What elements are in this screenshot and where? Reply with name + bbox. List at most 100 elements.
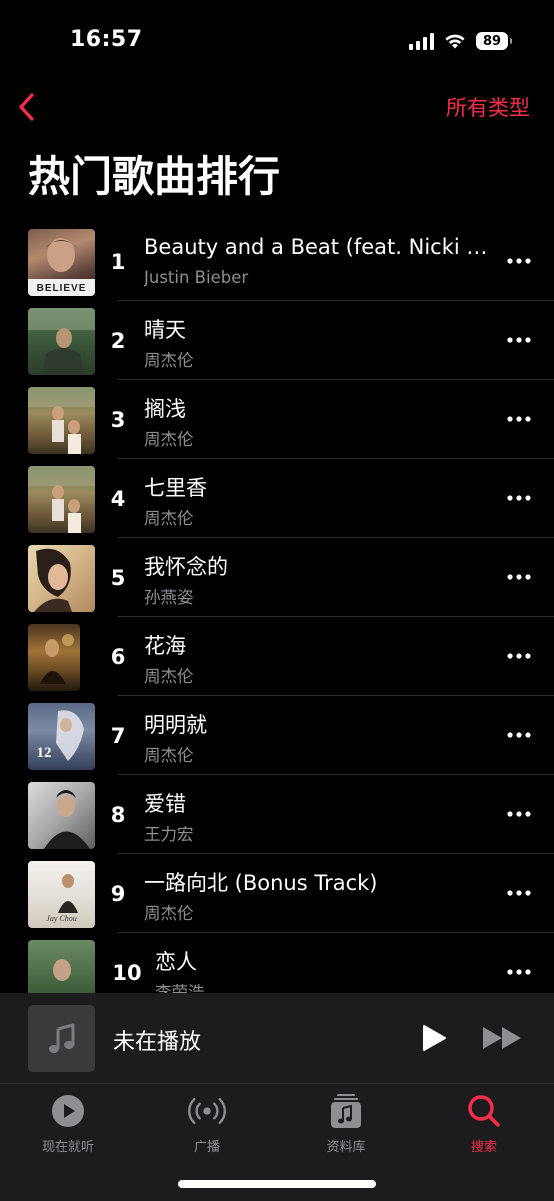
song-rank: 5	[110, 565, 126, 590]
song-artist: 周杰伦	[144, 667, 194, 686]
search-icon	[464, 1094, 504, 1128]
album-cover	[28, 624, 80, 691]
song-artist: 周杰伦	[144, 904, 194, 923]
more-options-button[interactable]	[504, 878, 534, 908]
song-rank: 1	[110, 249, 126, 274]
ellipsis-icon	[507, 653, 531, 659]
more-options-button[interactable]	[504, 562, 534, 592]
song-title: 七里香	[144, 476, 207, 500]
song-artist: 孙燕姿	[144, 588, 194, 607]
music-note-icon	[48, 1023, 74, 1053]
song-rank: 9	[110, 881, 126, 906]
song-title: 我怀念的	[144, 555, 228, 579]
song-row[interactable]: BELIEVE 1 Beauty and a Beat (feat. Nicki…	[0, 222, 554, 301]
song-title: 一路向北 (Bonus Track)	[144, 871, 378, 895]
now-playing-title: 未在播放	[113, 1030, 202, 1055]
tab-listen-now[interactable]: 现在就听	[18, 1094, 118, 1156]
album-cover	[28, 782, 95, 849]
album-cover	[28, 308, 95, 375]
ellipsis-icon	[507, 495, 531, 501]
ellipsis-icon	[507, 890, 531, 896]
back-button[interactable]	[10, 90, 44, 124]
album-cover: BELIEVE	[28, 229, 95, 296]
song-rank: 7	[110, 723, 126, 748]
song-artist: 王力宏	[144, 825, 194, 844]
tab-label: 现在就听	[41, 1140, 94, 1155]
song-row[interactable]: 3 搁浅 周杰伦	[0, 380, 554, 459]
ellipsis-icon	[507, 732, 531, 738]
album-cover: 12	[28, 703, 95, 770]
tab-radio[interactable]: 广播	[157, 1094, 257, 1156]
radio-icon	[187, 1094, 227, 1128]
tab-library[interactable]: 资料库	[296, 1094, 396, 1156]
album-cover-text: BELIEVE	[37, 283, 87, 294]
more-options-button[interactable]	[504, 720, 534, 750]
status-bar: 16:57 89	[0, 0, 554, 80]
ellipsis-icon	[507, 574, 531, 580]
tab-label: 资料库	[326, 1140, 366, 1155]
song-row[interactable]: 2 晴天 周杰伦	[0, 301, 554, 380]
album-cover	[28, 466, 95, 533]
more-options-button[interactable]	[504, 246, 534, 276]
cellular-signal-icon	[409, 32, 434, 50]
ellipsis-icon	[507, 258, 531, 264]
song-artist: Justin Bieber	[144, 268, 249, 287]
home-indicator	[178, 1180, 376, 1188]
more-options-button[interactable]	[504, 483, 534, 513]
more-options-button[interactable]	[504, 325, 534, 355]
tab-label: 广播	[193, 1140, 220, 1155]
song-rank: 2	[110, 328, 126, 353]
play-icon	[423, 1025, 446, 1051]
song-title: 花海	[144, 634, 186, 658]
song-artist: 周杰伦	[144, 351, 194, 370]
play-button[interactable]	[416, 1020, 452, 1056]
play-circle-icon	[48, 1094, 88, 1128]
album-cover	[28, 545, 95, 612]
song-title: 晴天	[144, 318, 186, 342]
song-list: BELIEVE 1 Beauty and a Beat (feat. Nicki…	[0, 222, 554, 1012]
song-rank: 8	[110, 802, 126, 827]
genre-filter-button[interactable]: 所有类型	[446, 92, 530, 122]
song-title: 恋人	[155, 950, 197, 974]
library-icon	[326, 1094, 366, 1128]
song-rank: 6	[110, 644, 126, 669]
page-title: 热门歌曲排行	[28, 152, 281, 201]
tab-search[interactable]: 搜索	[434, 1094, 534, 1156]
ellipsis-icon	[507, 811, 531, 817]
song-artist: 周杰伦	[144, 430, 194, 449]
chevron-left-icon	[19, 93, 34, 121]
song-row[interactable]: 4 七里香 周杰伦	[0, 459, 554, 538]
mini-player[interactable]: 未在播放	[0, 993, 554, 1083]
battery-icon: 89	[476, 32, 512, 50]
song-title: 明明就	[144, 713, 207, 737]
album-cover-text: Jay Chou	[46, 914, 76, 923]
more-options-button[interactable]	[504, 641, 534, 671]
next-track-button[interactable]	[480, 1020, 526, 1056]
album-cover: Jay Chou	[28, 861, 95, 928]
song-row[interactable]: 6 花海 周杰伦	[0, 617, 554, 696]
more-options-button[interactable]	[504, 404, 534, 434]
wifi-icon	[445, 34, 465, 49]
song-row[interactable]: Jay Chou 9 一路向北 (Bonus Track) 周杰伦	[0, 854, 554, 933]
more-options-button[interactable]	[504, 799, 534, 829]
ellipsis-icon	[507, 969, 531, 975]
ellipsis-icon	[507, 416, 531, 422]
song-title: Beauty and a Beat (feat. Nicki Minaj)	[144, 235, 489, 259]
album-cover-text: 12	[37, 745, 52, 761]
song-title: 爱错	[144, 792, 186, 816]
more-options-button[interactable]	[504, 957, 534, 987]
battery-level: 89	[482, 33, 502, 49]
song-artist: 周杰伦	[144, 509, 194, 528]
album-cover	[28, 387, 95, 454]
song-rank: 4	[110, 486, 126, 511]
forward-icon	[483, 1027, 521, 1049]
song-title: 搁浅	[144, 397, 186, 421]
song-row[interactable]: 8 爱错 王力宏	[0, 775, 554, 854]
ellipsis-icon	[507, 337, 531, 343]
status-indicators: 89	[409, 30, 512, 52]
song-artist: 周杰伦	[144, 746, 194, 765]
mini-player-artwork	[28, 1005, 95, 1072]
song-row[interactable]: 12 7 明明就 周杰伦	[0, 696, 554, 775]
status-time: 16:57	[70, 27, 143, 52]
song-row[interactable]: 5 我怀念的 孙燕姿	[0, 538, 554, 617]
